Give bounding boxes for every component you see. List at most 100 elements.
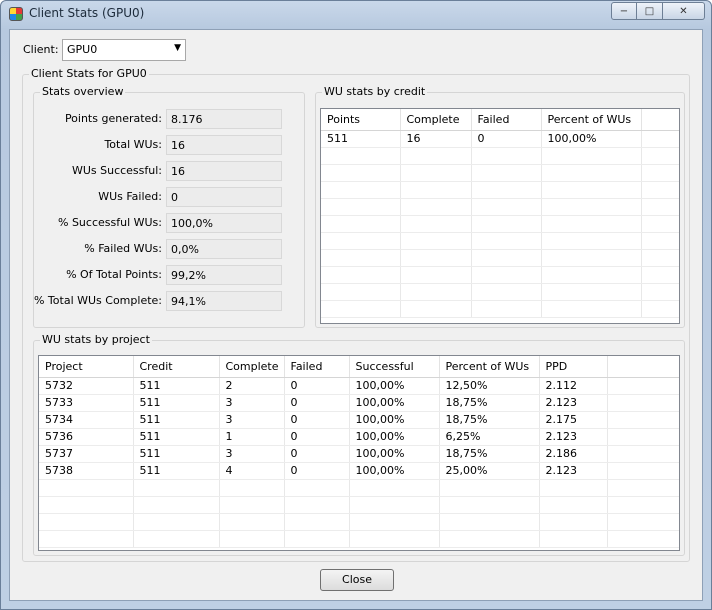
client-select[interactable]: GPU0 ▼ — [62, 39, 186, 61]
stat-row: WUs Failed: 0 — [34, 187, 294, 207]
client-label: Client: — [23, 43, 59, 56]
table-cell: 5732 — [39, 377, 134, 395]
stat-row: WUs Successful: 16 — [34, 161, 294, 181]
column-header[interactable]: Failed — [471, 109, 542, 131]
title-bar[interactable]: Client Stats (GPU0) − □ ✕ — [1, 1, 711, 28]
table-cell — [607, 394, 679, 412]
table-cell: 25,00% — [439, 462, 540, 480]
table-cell: 0 — [284, 462, 350, 480]
table-cell: 0 — [471, 130, 542, 148]
empty-row — [321, 232, 679, 250]
close-button[interactable]: Close — [320, 569, 394, 591]
table-cell — [607, 377, 679, 395]
table-cell: 100,00% — [349, 377, 440, 395]
column-header[interactable]: Complete — [400, 109, 472, 131]
column-header[interactable]: Project — [39, 356, 134, 378]
column-header[interactable]: Percent of WUs — [541, 109, 642, 131]
table-cell: 18,75% — [439, 445, 540, 463]
stat-value: 8.176 — [166, 109, 282, 129]
table-row[interactable]: 5732 511 2 0 100,00% 12,50% 2.112 — [39, 377, 679, 395]
stat-value: 94,1% — [166, 291, 282, 311]
stat-row: % Total WUs Complete: 94,1% — [34, 291, 294, 311]
table-header-row: Points Complete Failed Percent of WUs — [321, 109, 679, 131]
table-cell: 100,00% — [349, 462, 440, 480]
empty-row — [321, 198, 679, 216]
table-row[interactable]: 5738 511 4 0 100,00% 25,00% 2.123 — [39, 462, 679, 480]
client-select-value: GPU0 — [67, 43, 98, 56]
table-cell: 5738 — [39, 462, 134, 480]
table-cell: 2.123 — [539, 394, 608, 412]
column-header[interactable]: Failed — [284, 356, 350, 378]
stat-label: % Of Total Points: — [66, 268, 162, 281]
empty-row — [321, 266, 679, 284]
credit-grid[interactable]: Points Complete Failed Percent of WUs 51… — [320, 108, 680, 324]
table-cell: 511 — [133, 428, 220, 446]
empty-row — [39, 496, 679, 514]
table-cell: 0 — [284, 411, 350, 429]
table-cell: 0 — [284, 428, 350, 446]
chevron-down-icon: ▼ — [174, 43, 181, 53]
table-cell: 5734 — [39, 411, 134, 429]
column-header[interactable]: PPD — [539, 356, 608, 378]
empty-row — [39, 479, 679, 497]
maximize-button[interactable]: □ — [637, 2, 663, 20]
table-row[interactable]: 511 16 0 100,00% — [321, 130, 679, 148]
stat-row: % Of Total Points: 99,2% — [34, 265, 294, 285]
table-cell: 3 — [219, 394, 285, 412]
table-cell: 3 — [219, 445, 285, 463]
stats-overview-group: Stats overview Points generated: 8.176 T… — [33, 85, 305, 328]
table-cell: 3 — [219, 411, 285, 429]
table-cell: 2.186 — [539, 445, 608, 463]
stat-value: 99,2% — [166, 265, 282, 285]
stat-label: WUs Failed: — [98, 190, 162, 203]
column-header[interactable]: Complete — [219, 356, 285, 378]
table-cell: 18,75% — [439, 411, 540, 429]
table-cell: 511 — [133, 462, 220, 480]
table-row[interactable]: 5733 511 3 0 100,00% 18,75% 2.123 — [39, 394, 679, 412]
table-cell — [607, 445, 679, 463]
close-window-button[interactable]: ✕ — [663, 2, 705, 20]
column-header[interactable]: Credit — [133, 356, 220, 378]
window-controls: − □ ✕ — [611, 2, 705, 20]
table-cell: 0 — [284, 394, 350, 412]
table-cell — [607, 428, 679, 446]
table-cell: 511 — [133, 394, 220, 412]
table-cell: 4 — [219, 462, 285, 480]
stat-label: % Failed WUs: — [84, 242, 162, 255]
table-cell — [607, 411, 679, 429]
stats-overview-title: Stats overview — [40, 85, 126, 98]
empty-row — [321, 147, 679, 165]
table-cell: 0 — [284, 445, 350, 463]
maximize-icon: □ — [644, 5, 655, 17]
stat-value: 16 — [166, 161, 282, 181]
client-stats-window: Client Stats (GPU0) − □ ✕ Client: GPU0 ▼… — [0, 0, 712, 610]
table-cell: 6,25% — [439, 428, 540, 446]
stat-row: Total WUs: 16 — [34, 135, 294, 155]
empty-row — [321, 300, 679, 318]
table-row[interactable]: 5734 511 3 0 100,00% 18,75% 2.175 — [39, 411, 679, 429]
table-cell: 100,00% — [349, 428, 440, 446]
stat-row: % Successful WUs: 100,0% — [34, 213, 294, 233]
table-cell: 5733 — [39, 394, 134, 412]
table-row[interactable]: 5736 511 1 0 100,00% 6,25% 2.123 — [39, 428, 679, 446]
table-cell: 5737 — [39, 445, 134, 463]
wu-stats-by-credit-title: WU stats by credit — [322, 85, 428, 98]
project-grid[interactable]: Project Credit Complete Failed Successfu… — [38, 355, 680, 551]
table-cell: 18,75% — [439, 394, 540, 412]
table-cell: 511 — [133, 377, 220, 395]
table-cell: 511 — [133, 445, 220, 463]
table-cell: 2.112 — [539, 377, 608, 395]
column-header[interactable]: Points — [321, 109, 401, 131]
credit-table: Points Complete Failed Percent of WUs 51… — [321, 109, 679, 318]
table-cell: 1 — [219, 428, 285, 446]
table-cell: 100,00% — [349, 394, 440, 412]
empty-row — [321, 283, 679, 301]
stat-label: WUs Successful: — [71, 164, 162, 177]
empty-row — [39, 530, 679, 548]
column-header[interactable]: Percent of WUs — [439, 356, 540, 378]
minimize-button[interactable]: − — [611, 2, 637, 20]
table-cell: 511 — [321, 130, 401, 148]
empty-row — [321, 164, 679, 182]
table-row[interactable]: 5737 511 3 0 100,00% 18,75% 2.186 — [39, 445, 679, 463]
column-header[interactable]: Successful — [349, 356, 440, 378]
